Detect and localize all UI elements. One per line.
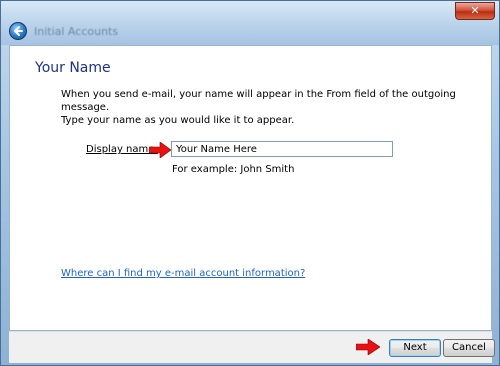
display-name-input[interactable] — [171, 141, 393, 157]
page-description: When you send e-mail, your name will app… — [61, 88, 461, 127]
window-title: Initial Accounts — [34, 25, 119, 38]
back-arrow-icon — [14, 26, 23, 36]
description-line-1: When you send e-mail, your name will app… — [61, 89, 456, 113]
wizard-window: Initial Accounts ✕ Your Name When you se… — [0, 0, 500, 366]
display-name-label: Display name: — [86, 144, 158, 155]
wizard-content: Your Name When you send e-mail, your nam… — [9, 45, 492, 331]
back-button[interactable] — [9, 22, 27, 40]
page-heading: Your Name — [35, 60, 111, 76]
wizard-footer: Next Cancel — [9, 331, 495, 363]
next-button[interactable]: Next — [389, 339, 441, 357]
display-name-label-text: Display name: — [86, 144, 158, 155]
title-bar: Initial Accounts ✕ — [1, 1, 499, 45]
cancel-button[interactable]: Cancel — [443, 339, 495, 357]
close-icon: ✕ — [470, 4, 480, 17]
example-text: For example: John Smith — [172, 164, 295, 175]
description-line-2: Type your name as you would like it to a… — [61, 115, 295, 126]
red-arrow-icon — [149, 142, 171, 158]
account-info-help-link[interactable]: Where can I find my e-mail account infor… — [61, 268, 305, 279]
close-button[interactable]: ✕ — [455, 2, 495, 20]
red-arrow-icon — [356, 339, 380, 355]
